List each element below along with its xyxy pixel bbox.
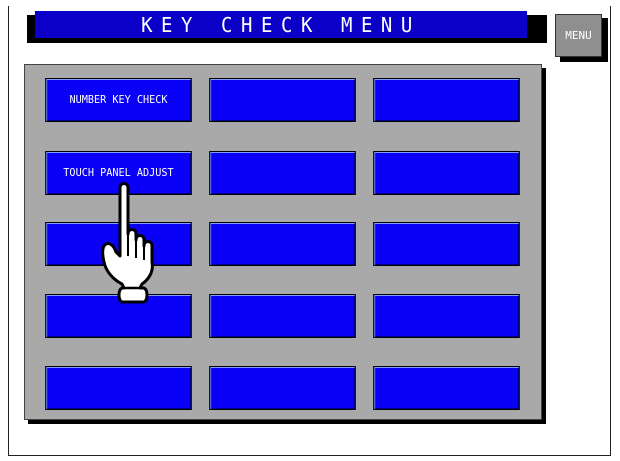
key-panel: NUMBER KEY CHECK TOUCH PANEL ADJUST	[24, 64, 542, 420]
blank-key-button[interactable]	[209, 366, 356, 410]
blank-key-button[interactable]	[209, 294, 356, 338]
blank-key-button[interactable]	[373, 78, 520, 122]
blank-key-button[interactable]	[45, 366, 192, 410]
blank-key-button[interactable]	[45, 222, 192, 266]
blank-key-button[interactable]	[209, 78, 356, 122]
blank-key-button[interactable]	[209, 151, 356, 195]
blank-key-button[interactable]	[373, 151, 520, 195]
number-key-check-button[interactable]: NUMBER KEY CHECK	[45, 78, 192, 122]
blank-key-button[interactable]	[45, 294, 192, 338]
touch-panel-adjust-button[interactable]: TOUCH PANEL ADJUST	[45, 151, 192, 195]
menu-button[interactable]: MENU	[555, 14, 602, 57]
blank-key-button[interactable]	[373, 294, 520, 338]
blank-key-button[interactable]	[373, 222, 520, 266]
page-title: KEY CHECK MENU	[34, 11, 528, 38]
blank-key-button[interactable]	[373, 366, 520, 410]
blank-key-button[interactable]	[209, 222, 356, 266]
